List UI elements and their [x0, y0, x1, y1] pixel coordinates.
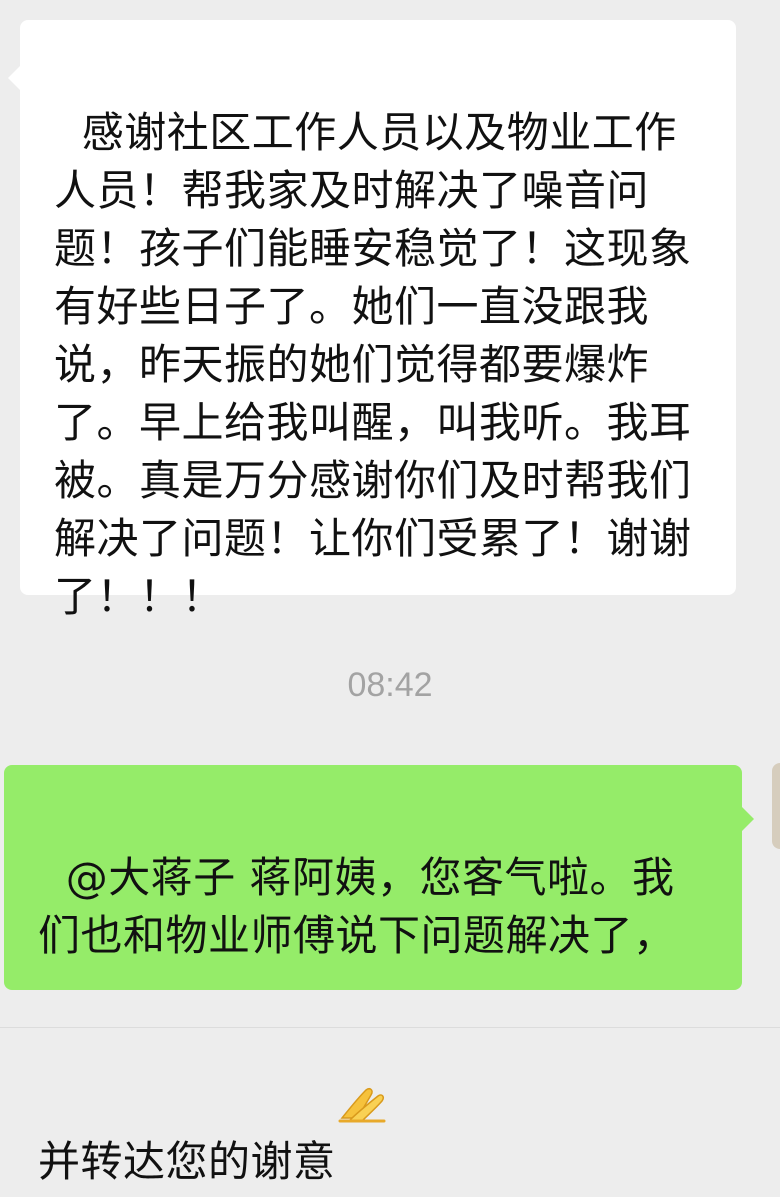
avatar[interactable] [772, 763, 780, 849]
folded-hands-icon [336, 965, 388, 1123]
message-timestamp: 08:42 [347, 666, 433, 704]
outgoing-message-text: @大蒋子 蒋阿姨，您客气啦。我们也和物业师傅说下问题解决了，并转达您的谢意 [38, 853, 676, 1186]
outgoing-message-bubble[interactable]: @大蒋子 蒋阿姨，您客气啦。我们也和物业师傅说下问题解决了，并转达您的谢意 [4, 765, 754, 1186]
divider [0, 1027, 780, 1028]
incoming-message-text: 感谢社区工作人员以及物业工作人员！帮我家及时解决了噪音问题！孩子们能睡安稳觉了！… [54, 108, 692, 621]
incoming-message-bubble[interactable]: 感谢社区工作人员以及物业工作人员！帮我家及时解决了噪音问题！孩子们能睡安稳觉了！… [8, 20, 736, 621]
